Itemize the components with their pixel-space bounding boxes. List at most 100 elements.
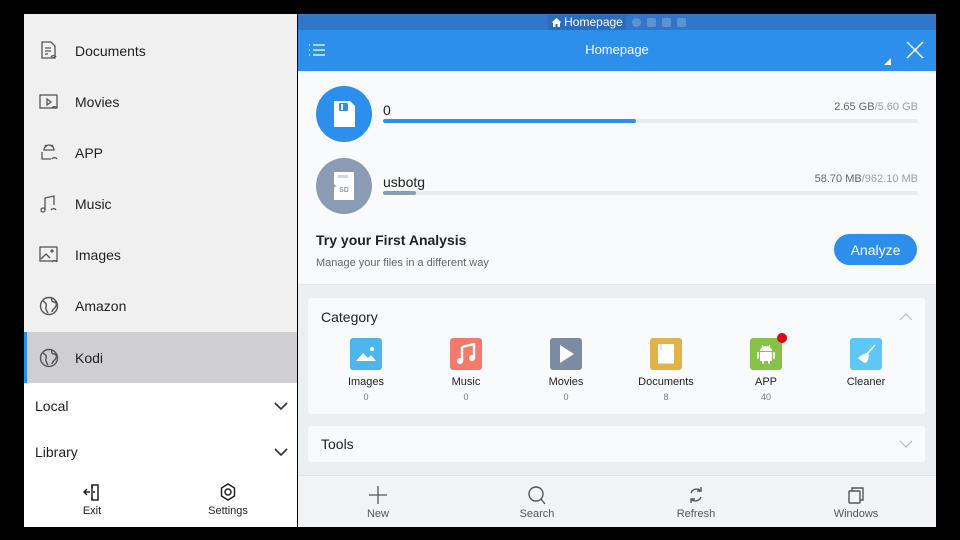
windows-icon xyxy=(848,486,864,504)
main-pane: Homepage Homepage 0 2.65 GB/5.60 GB SD u… xyxy=(298,14,936,527)
refresh-icon xyxy=(690,486,702,503)
sd-card-icon: SD xyxy=(316,158,372,214)
image-remote-icon xyxy=(38,244,60,266)
category-cleaner[interactable]: Cleaner xyxy=(816,338,916,392)
drawer-item-label: Documents xyxy=(75,42,146,59)
storage-progress xyxy=(383,191,918,195)
settings-button[interactable]: Settings xyxy=(160,469,296,527)
drawer-item-kodi[interactable]: Kodi xyxy=(24,332,297,383)
drawer-item-music[interactable]: Music xyxy=(24,178,297,229)
windows-label: Windows xyxy=(833,507,879,520)
search-label: Search xyxy=(519,507,555,520)
drawer-item-documents[interactable]: Documents xyxy=(24,25,297,76)
drawer-item-amazon[interactable]: Amazon xyxy=(24,280,297,331)
category-count: 0 xyxy=(363,392,369,402)
drawer-item-label: Amazon xyxy=(75,297,127,314)
navigation-drawer: Documents Movies APP Music Images Amazon xyxy=(24,14,297,527)
book-icon xyxy=(650,338,682,370)
storage-card: 0 2.65 GB/5.60 GB SD usbotg 58.70 MB/962… xyxy=(298,71,936,285)
category-label: Documents xyxy=(638,376,694,388)
globe-icon xyxy=(38,295,60,317)
app-bar: Homepage xyxy=(298,30,936,71)
chevron-up-icon[interactable] xyxy=(899,310,913,324)
storage-name: usbotg xyxy=(383,174,426,190)
drawer-item-movies[interactable]: Movies xyxy=(24,76,297,127)
category-movies[interactable]: Movies 0 xyxy=(516,338,616,402)
category-documents[interactable]: Documents 8 xyxy=(616,338,716,402)
movie-remote-icon xyxy=(38,91,60,113)
category-count: 0 xyxy=(563,392,569,402)
message-status-icon xyxy=(646,17,656,27)
images-icon xyxy=(350,338,382,370)
search-icon xyxy=(528,485,546,504)
exit-icon xyxy=(82,483,99,501)
exit-label: Exit xyxy=(82,504,102,517)
storage-total: /5.60 GB xyxy=(874,101,918,113)
home-icon xyxy=(551,17,562,27)
drawer-item-label: Movies xyxy=(75,93,120,110)
category-label: Cleaner xyxy=(846,376,886,388)
internal-storage-icon xyxy=(316,86,372,142)
category-images[interactable]: Images 0 xyxy=(316,338,416,402)
category-music[interactable]: Music 0 xyxy=(416,338,516,402)
close-icon[interactable] xyxy=(906,41,924,59)
category-label: Images xyxy=(347,376,385,388)
music-remote-icon xyxy=(38,193,60,215)
storage-usbotg[interactable]: SD usbotg 58.70 MB/962.10 MB xyxy=(316,158,918,216)
broom-icon xyxy=(850,338,882,370)
drawer-item-label: Music xyxy=(75,195,112,212)
drawer-footer: Exit Settings xyxy=(24,469,297,527)
globe-icon xyxy=(38,347,60,369)
globe-status-icon xyxy=(631,17,641,27)
category-card: Category Images 0 Music 0 Movies 0 Docum… xyxy=(308,298,925,414)
section-label: Library xyxy=(35,444,78,460)
drawer-item-app[interactable]: APP xyxy=(24,127,297,178)
gear-icon xyxy=(220,482,236,501)
analysis-title: Try your First Analysis xyxy=(316,232,467,248)
document-remote-icon xyxy=(38,40,60,62)
android-status-icon xyxy=(676,17,686,27)
new-button[interactable]: New xyxy=(298,476,458,527)
status-icons xyxy=(631,17,686,27)
refresh-label: Refresh xyxy=(676,507,716,520)
app-remote-icon xyxy=(38,142,60,164)
exit-button[interactable]: Exit xyxy=(24,469,160,527)
windows-button[interactable]: Windows xyxy=(776,476,936,527)
analysis-subtitle: Manage your files in a different way xyxy=(316,257,489,269)
drawer-item-label: Images xyxy=(75,246,121,263)
music-icon xyxy=(450,338,482,370)
storage-progress-fill xyxy=(383,119,637,123)
tools-card[interactable]: Tools xyxy=(308,426,925,462)
play-icon xyxy=(550,338,582,370)
category-count: 40 xyxy=(760,392,771,402)
storage-name: 0 xyxy=(383,102,391,118)
android-icon xyxy=(750,333,787,370)
storage-internal[interactable]: 0 2.65 GB/5.60 GB xyxy=(316,86,918,144)
search-button[interactable]: Search xyxy=(457,476,617,527)
new-label: New xyxy=(366,507,389,520)
drawer-item-label: Kodi xyxy=(75,349,104,366)
category-app[interactable]: APP 40 xyxy=(716,333,816,402)
section-label: Local xyxy=(35,398,69,414)
plus-icon xyxy=(369,485,387,504)
svg-text:SD: SD xyxy=(339,187,349,194)
chevron-down-icon xyxy=(274,402,288,411)
category-label: Movies xyxy=(548,376,584,388)
bottom-toolbar: New Search Refresh Windows xyxy=(298,475,936,527)
analyze-button[interactable]: Analyze xyxy=(834,234,917,265)
resize-corner-icon xyxy=(884,58,891,65)
category-count: 8 xyxy=(663,392,669,402)
notification-badge xyxy=(777,333,787,343)
drawer-item-label: APP xyxy=(75,144,104,161)
section-local[interactable]: Local xyxy=(24,383,297,429)
chevron-down-icon xyxy=(274,448,288,457)
refresh-button[interactable]: Refresh xyxy=(616,476,776,527)
storage-size: 58.70 MB/962.10 MB xyxy=(815,173,918,185)
drawer-item-images[interactable]: Images xyxy=(24,229,297,280)
storage-used: 58.70 MB xyxy=(814,173,862,185)
settings-label: Settings xyxy=(208,504,248,517)
chevron-down-icon[interactable] xyxy=(899,437,913,451)
status-tab-homepage[interactable]: Homepage xyxy=(548,14,626,30)
status-title: Homepage xyxy=(564,15,623,29)
category-label: Music xyxy=(451,376,481,388)
